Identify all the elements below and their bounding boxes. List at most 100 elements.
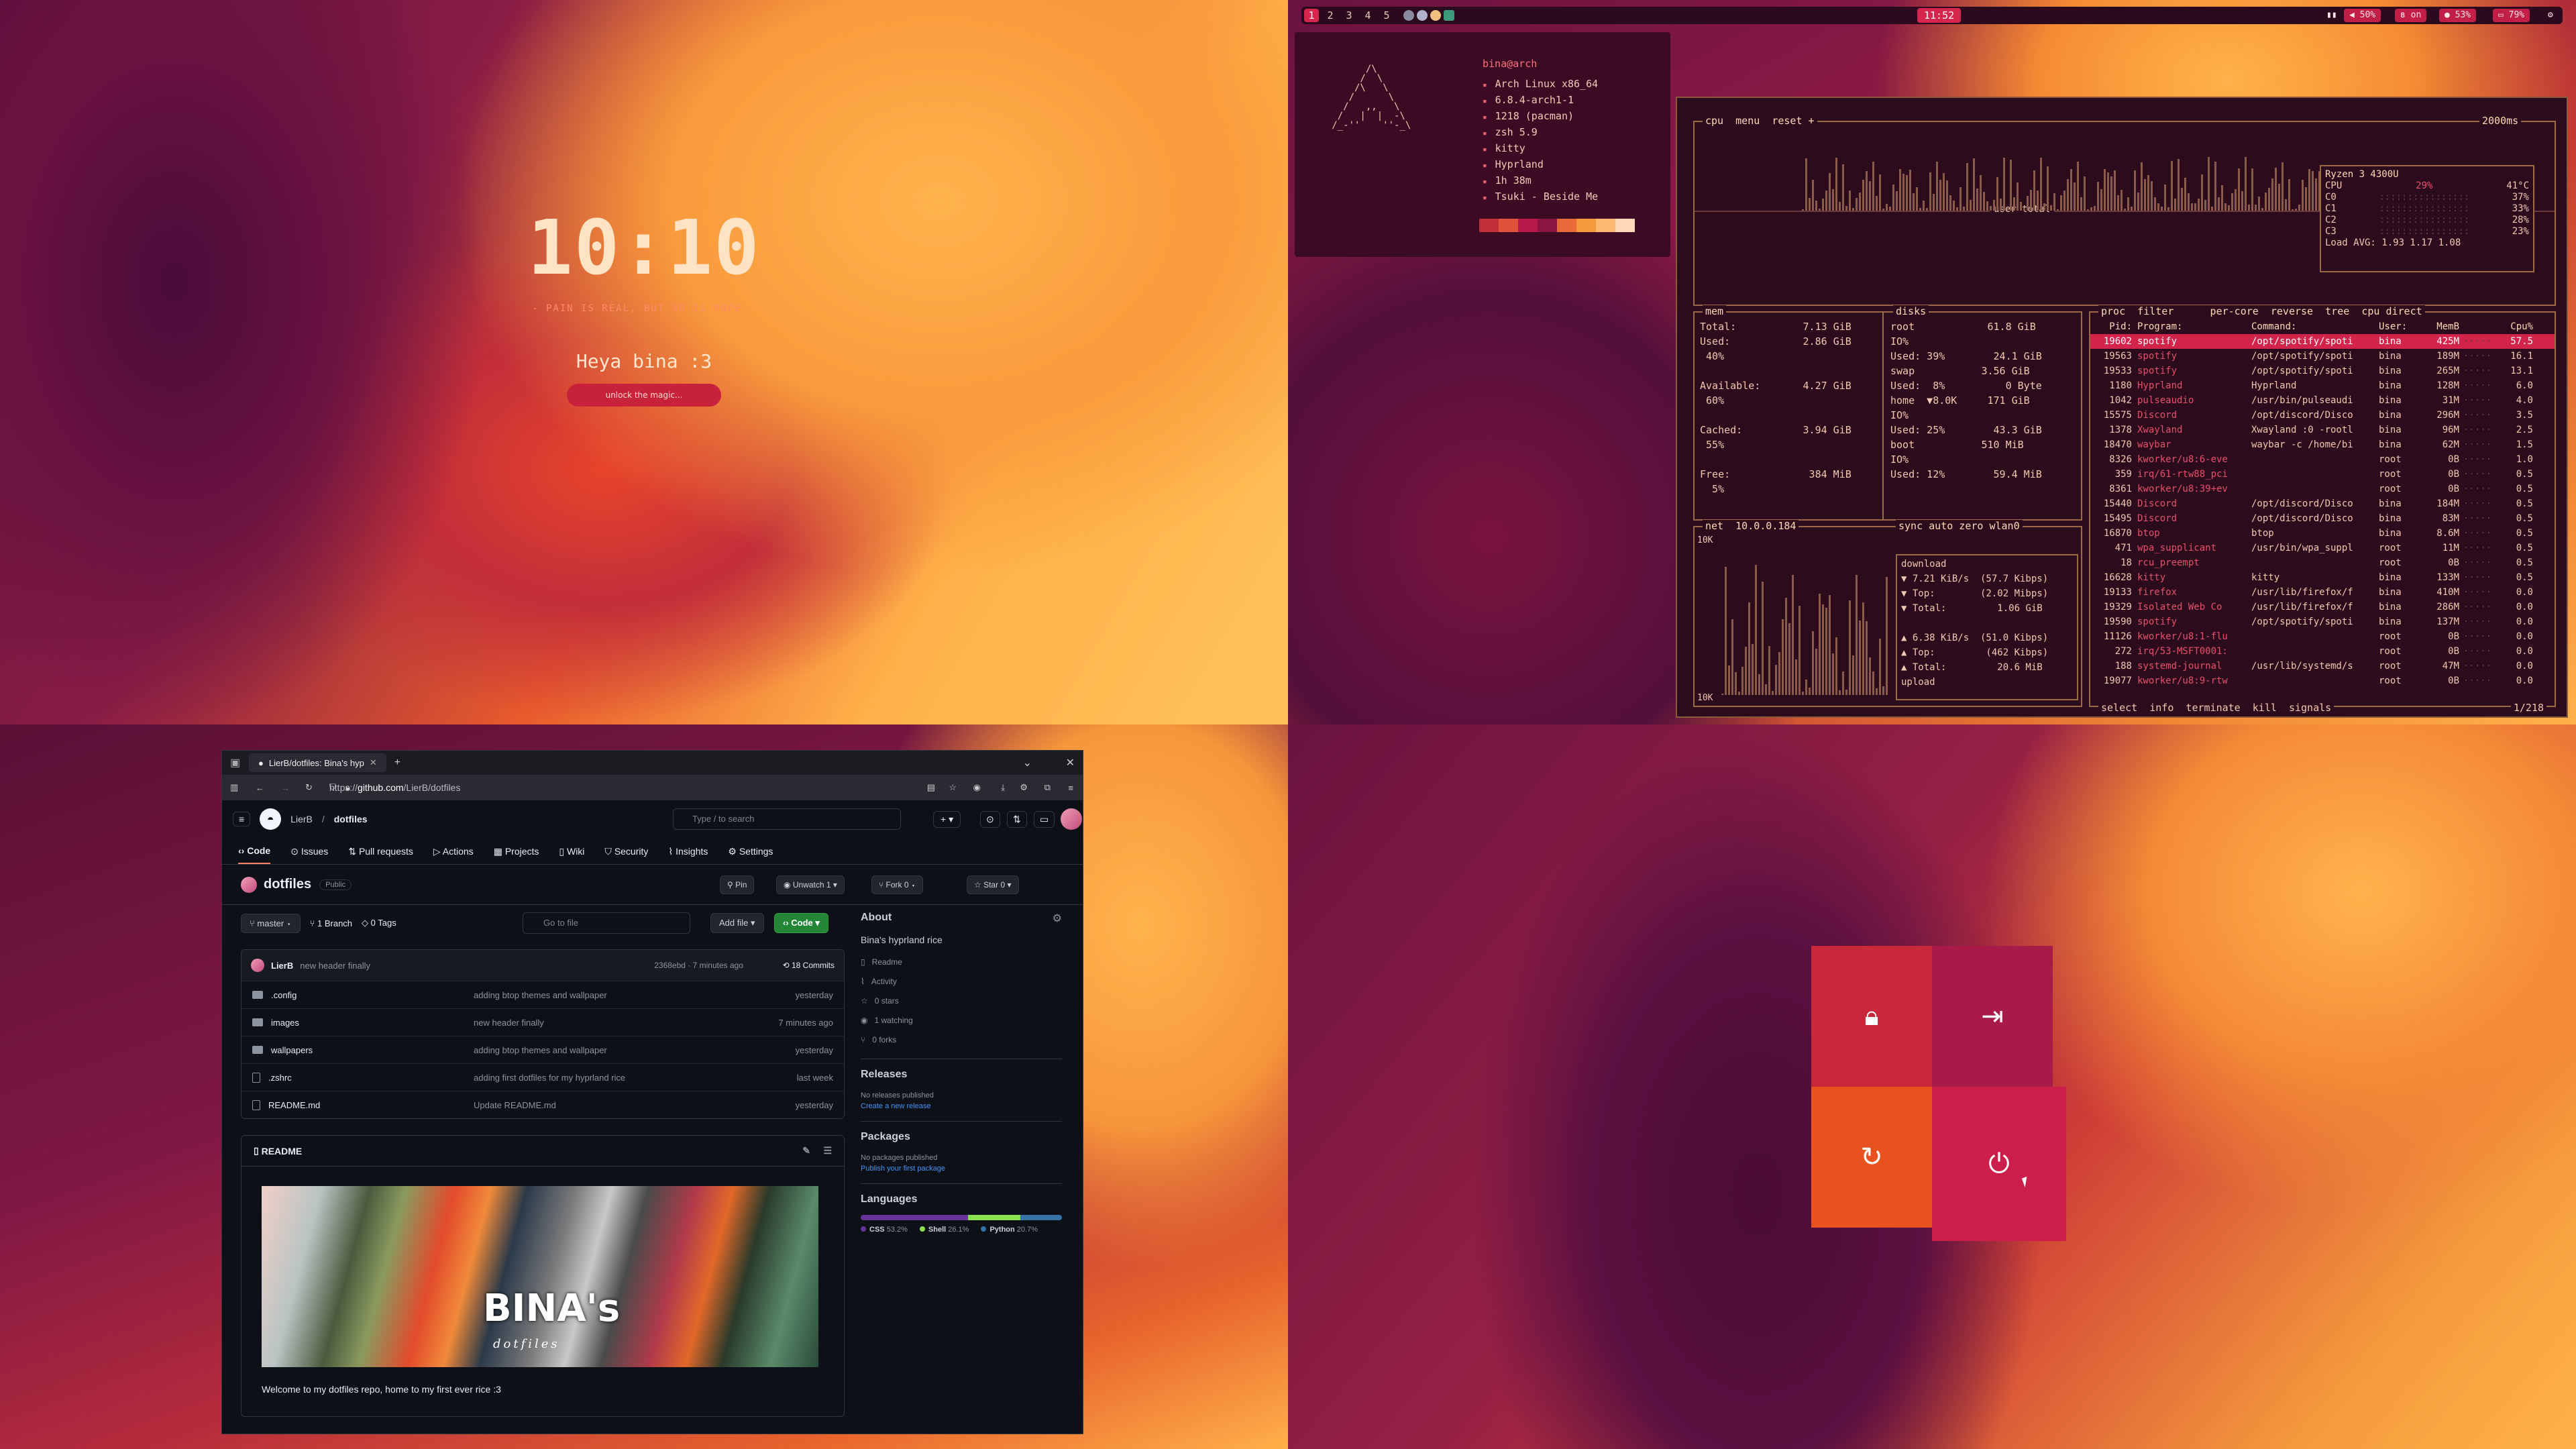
account-icon[interactable]: ◉ [973, 782, 981, 793]
proc-row[interactable]: 19133 firefox/usr/lib/firefox/f bina 410M ··… [2090, 585, 2555, 600]
forks-link[interactable]: ⑂ 0 forks [861, 1030, 1062, 1049]
fork-button[interactable]: ⑂ Fork 0 ▾ [871, 875, 924, 894]
proc-row[interactable]: 272 irq/53-MSFT0001: root 0B ····· 0.0 [2090, 644, 2555, 659]
pin-button[interactable]: ⚲ Pin [720, 875, 755, 894]
pull-requests-icon[interactable]: ⇅ [1007, 810, 1027, 828]
proc-row[interactable]: 19329 Isolated Web Co/usr/lib/firefox/f bi… [2090, 600, 2555, 614]
bookmark-star-icon[interactable]: ☆ [949, 782, 957, 793]
file-row[interactable]: wallpapers adding btop themes and wallpap… [241, 1036, 844, 1063]
shutdown-button[interactable]: ⏻ [1932, 1087, 2066, 1241]
new-tab-icon[interactable]: + [394, 757, 400, 769]
proc-row[interactable]: 18470 waybar waybar -c /home/bi bina 62M ····… [2090, 437, 2555, 452]
proc-row[interactable]: 188 systemd-journal/usr/lib/systemd/s root… [2090, 659, 2555, 674]
avatar[interactable] [1061, 808, 1082, 830]
proc-row[interactable]: 15440 Discord/opt/discord/Disco bina 184M ··… [2090, 496, 2555, 511]
proc-row[interactable]: 1378 Xwayland Xwayland :0 -rootl bina 96M ···… [2090, 423, 2555, 437]
inbox-icon[interactable]: ▭ [1034, 810, 1055, 828]
breadcrumb-owner[interactable]: LierB [290, 814, 313, 824]
browser-tab[interactable]: ● LierB/dotfiles: Bina's hyp ✕ [249, 753, 386, 772]
workspace-4[interactable]: 4 [1360, 9, 1375, 22]
add-file-button[interactable]: Add file ▾ [710, 913, 764, 933]
tray-app-icon[interactable] [1417, 10, 1428, 21]
proc-row[interactable]: 16628 kitty kitty bina 133M ····· 0.5 [2090, 570, 2555, 585]
star-button[interactable]: ☆ Star 0 ▾ [967, 875, 1019, 894]
tab-insights[interactable]: ⌇ Insights [668, 846, 708, 864]
readme-link[interactable]: ▯ Readme [861, 952, 1062, 971]
go-to-file-input[interactable]: Go to file [523, 912, 690, 934]
file-row[interactable]: README.md Update README.md yesterday [241, 1091, 844, 1118]
edit-icon[interactable]: ✎ [802, 1145, 810, 1157]
proc-row[interactable]: 471 wpa_supplicant/usr/bin/wpa_suppl root 1… [2090, 541, 2555, 555]
forward-icon[interactable]: → [281, 783, 290, 793]
tab-wiki[interactable]: ▯ Wiki [559, 846, 584, 864]
activity-link[interactable]: ⌇ Activity [861, 971, 1062, 991]
create-release-link[interactable]: Create a new release [861, 1101, 1062, 1112]
packages-heading[interactable]: Packages [861, 1131, 1062, 1143]
refresh-rate[interactable]: 2000ms [2479, 115, 2522, 127]
extension-icon[interactable]: ⧉ [1044, 782, 1051, 793]
fastfetch-terminal[interactable]: /\ / \ /\ \ / \ / ,, \ / | | -\ /_-'' ''… [1295, 32, 1670, 257]
proc-row[interactable]: 11126 kworker/u8:1-flu root 0B ····· 0.0 [2090, 629, 2555, 644]
language-item[interactable]: CSS 53.2% [861, 1226, 908, 1234]
proc-row[interactable]: 15575 Discord/opt/discord/Disco bina 296M ··… [2090, 408, 2555, 423]
workspace-1[interactable]: 1 [1304, 9, 1319, 22]
tray-app-icon[interactable] [1444, 10, 1454, 21]
workspace-3[interactable]: 3 [1342, 9, 1356, 22]
chart-icon[interactable]: ▮▮ [2321, 9, 2343, 22]
create-new-icon[interactable]: + ▾ [933, 810, 961, 828]
file-row[interactable]: .zshrc adding first dotfiles for my hyprl… [241, 1063, 844, 1091]
download-icon[interactable]: ⤓ [1001, 782, 1005, 793]
releases-heading[interactable]: Releases [861, 1069, 1062, 1081]
reload-icon[interactable]: ↻ [305, 782, 313, 793]
tags-link[interactable]: ◇ 0 Tags [362, 918, 396, 928]
proc-row[interactable]: 19563 spotify/opt/spotify/spoti bina 189M ··… [2090, 349, 2555, 364]
about-settings-icon[interactable]: ⚙ [1053, 912, 1062, 925]
tab-security[interactable]: ⛉ Security [604, 846, 648, 864]
mic-chip[interactable]: ● 53% [2439, 9, 2477, 22]
tray-app-icon[interactable] [1430, 10, 1441, 21]
readme-tab[interactable]: ▯ README ✎ ☰ [241, 1136, 844, 1167]
breadcrumb-repo[interactable]: dotfiles [334, 814, 368, 824]
branches-link[interactable]: ⑂ 1 Branch [310, 918, 352, 928]
net-title[interactable]: net 10.0.0.184 [1703, 520, 1799, 532]
lock-button[interactable]: 🔒︎ [1811, 946, 1932, 1087]
tab-issues[interactable]: ⊙ Issues [290, 846, 328, 864]
reader-icon[interactable]: ▤ [927, 782, 935, 793]
tab-code[interactable]: ‹› Code [238, 845, 271, 864]
code-button[interactable]: ‹› Code ▾ [774, 913, 828, 933]
language-item[interactable]: Python 20.7% [981, 1226, 1038, 1234]
tab-pull-requests[interactable]: ⇅ Pull requests [348, 846, 413, 864]
tab-settings[interactable]: ⚙ Settings [728, 846, 773, 864]
workspace-2[interactable]: 2 [1323, 9, 1338, 22]
search-input[interactable]: Type / to search [673, 808, 901, 830]
commits-link[interactable]: ⟲ 18 Commits [783, 961, 835, 970]
proc-row[interactable]: 15495 Discord/opt/discord/Disco bina 83M ···… [2090, 511, 2555, 526]
file-row[interactable]: .config adding btop themes and wallpaper y… [241, 981, 844, 1008]
proc-row[interactable]: 8326 kworker/u8:6-eve root 0B ····· 1.0 [2090, 452, 2555, 467]
proc-row[interactable]: 19077 kworker/u8:9-rtw root 0B ····· 0.0 [2090, 674, 2555, 688]
volume-chip[interactable]: ◀ 50% [2344, 9, 2381, 22]
language-item[interactable]: Shell 26.1% [919, 1226, 969, 1234]
lock-icon[interactable]: 🔒︎ [345, 782, 350, 793]
bluetooth-chip[interactable]: ʙ on [2395, 9, 2427, 22]
tray-app-icon[interactable] [1403, 10, 1414, 21]
proc-row[interactable]: 19533 spotify/opt/spotify/spoti bina 265M ··… [2090, 364, 2555, 378]
tab-actions[interactable]: ▷ Actions [433, 846, 474, 864]
unwatch-button[interactable]: ◉ Unwatch 1 ▾ [776, 875, 845, 894]
container-icon[interactable]: ▣ [230, 756, 240, 769]
repo-title[interactable]: dotfiles [264, 877, 311, 892]
workspace-5[interactable]: 5 [1379, 9, 1394, 22]
file-row[interactable]: images new header finally 7 minutes ago [241, 1008, 844, 1036]
proc-row[interactable]: 8361 kworker/u8:39+ev root 0B ····· 0.5 [2090, 482, 2555, 496]
tab-list-icon[interactable]: ⌄ [1023, 756, 1032, 769]
proc-title[interactable]: proc filter per-core reverse tree cpu di… [2098, 305, 2425, 317]
outline-icon[interactable]: ☰ [823, 1145, 832, 1157]
proc-row[interactable]: 16870 btop btop bina 8.6M ····· 0.5 [2090, 526, 2555, 541]
proc-row[interactable]: 19590 spotify/opt/spotify/spoti bina 137M ··… [2090, 614, 2555, 629]
github-logo-icon[interactable]: ◓ [260, 808, 282, 830]
proc-row[interactable]: 359 irq/61-rtw88_pci root 0B ····· 0.5 [2090, 467, 2555, 482]
close-tab-icon[interactable]: ✕ [370, 757, 377, 768]
proc-row[interactable]: 1180 Hyprland Hyprland bina 128M ····· 6.0 [2090, 378, 2555, 393]
battery-chip[interactable]: ▭ 79% [2493, 9, 2530, 22]
settings-icon[interactable]: ⚙ [2542, 9, 2559, 22]
